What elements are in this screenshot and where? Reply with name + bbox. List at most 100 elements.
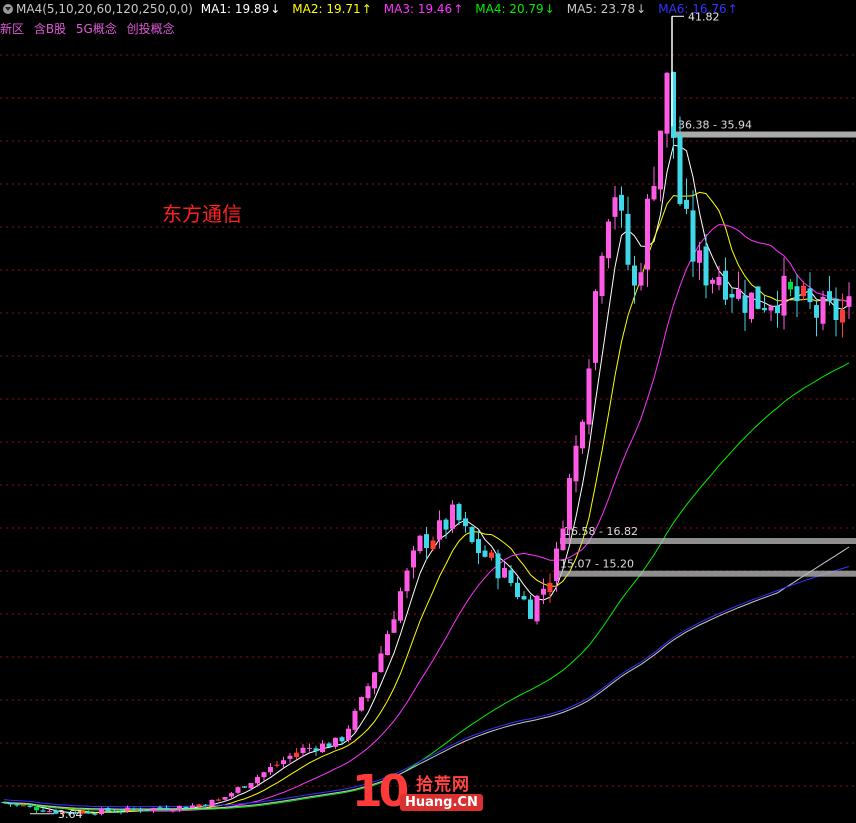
price-zone-label: 15.07 - 15.20 <box>560 558 634 571</box>
candle-body <box>281 760 286 765</box>
candle-body <box>404 570 410 592</box>
indicator-label: MA4(5,10,20,60,120,250,0,0) <box>16 2 193 16</box>
candle-body <box>417 535 423 552</box>
indicator-header: MA4(5,10,20,60,120,250,0,0) MA1: 19.89 M… <box>0 0 750 18</box>
candle-body <box>580 421 585 449</box>
tag-venture[interactable]: 创投概念 <box>127 22 175 36</box>
candle-body <box>450 504 455 529</box>
candlestick-chart: 36.38 - 35.9416.58 - 16.8215.07 - 15.20 … <box>0 10 856 821</box>
candle-body <box>482 550 488 557</box>
tag-5g[interactable]: 5G概念 <box>76 22 117 36</box>
candle-body <box>222 797 228 800</box>
candle-body <box>424 534 429 549</box>
gear-icon[interactable] <box>3 4 13 14</box>
candle-body <box>268 766 273 773</box>
candle-body <box>645 198 650 270</box>
candle-body <box>27 805 33 807</box>
price-zone-label: 16.58 - 16.82 <box>564 525 638 538</box>
candle-body <box>411 550 416 568</box>
candle-body <box>99 808 104 815</box>
price-grid <box>0 54 856 787</box>
candle-body <box>690 210 696 262</box>
candle-body <box>14 804 20 806</box>
candle-body <box>840 309 845 323</box>
candle-body <box>469 527 475 543</box>
candle-body <box>697 250 702 263</box>
tag-b-share[interactable]: 含B股 <box>34 22 66 36</box>
candle-body <box>755 286 761 309</box>
candle-body <box>703 246 709 286</box>
candle-body <box>378 653 384 673</box>
candle-body <box>625 213 631 265</box>
candle-body <box>274 764 280 766</box>
candle-body <box>742 295 748 313</box>
candle-body <box>300 747 306 753</box>
candle-body <box>248 782 254 789</box>
ma3-value: MA3: 19.46 <box>384 2 463 16</box>
candle-body <box>762 308 767 311</box>
candle-body <box>749 292 754 319</box>
candle-body <box>716 276 722 286</box>
watermark-number: 10 <box>352 766 409 817</box>
candle-body <box>320 743 325 753</box>
candle-body <box>736 289 741 299</box>
candle-body <box>807 288 813 303</box>
candle-body <box>586 368 592 425</box>
candle-body <box>476 539 481 554</box>
candle-body <box>118 811 124 813</box>
candle-body <box>1 802 7 804</box>
candle-body <box>443 519 449 530</box>
candle-body <box>534 595 540 622</box>
candle-body <box>47 811 52 813</box>
candle-body <box>768 306 774 311</box>
candle-body <box>255 777 260 784</box>
candle-body <box>599 255 605 297</box>
candle-body <box>677 135 683 204</box>
candle-body <box>456 504 462 521</box>
candle-body <box>567 478 572 530</box>
candle-body <box>242 786 247 788</box>
candle-body <box>216 799 221 801</box>
candle-body <box>593 291 598 363</box>
candle-body <box>164 807 169 810</box>
candle-body <box>287 755 293 759</box>
candle-body <box>196 804 202 807</box>
candle-body <box>638 272 644 286</box>
candle-body <box>437 520 442 540</box>
indicator-selector[interactable]: MA4(5,10,20,60,120,250,0,0) <box>0 2 193 16</box>
candle-body <box>729 293 735 298</box>
candle-body <box>827 291 832 302</box>
ma2-value: MA2: 19.71 <box>292 2 371 16</box>
candle-body <box>170 810 176 812</box>
candle-body <box>372 672 377 689</box>
watermark-site: Huang.CN <box>400 794 483 811</box>
candle-body <box>138 809 143 811</box>
candle-body <box>801 285 806 297</box>
candle-body <box>775 305 780 314</box>
candle-body <box>651 185 657 200</box>
price-zone-bar <box>560 538 856 545</box>
candle-body <box>684 199 689 209</box>
ma-line-1 <box>3 144 850 814</box>
candle-body <box>339 737 345 742</box>
concept-tags: 新区 含B股 5G概念 创投概念 <box>0 20 181 37</box>
candle-body <box>814 305 819 318</box>
price-zone-bar <box>674 131 856 138</box>
candle-body <box>307 747 312 749</box>
candle-body <box>177 805 182 810</box>
watermark-cn: 拾荒网 <box>416 775 470 795</box>
candle-body <box>495 553 501 579</box>
candle-body <box>846 296 852 307</box>
candle-body <box>365 686 371 699</box>
candle-body <box>391 619 397 633</box>
candle-body <box>515 582 520 598</box>
candle-body <box>8 802 13 805</box>
tag-new-district[interactable]: 新区 <box>0 22 24 36</box>
candle-body <box>112 811 117 813</box>
candle-body <box>157 807 163 809</box>
candle-body <box>658 130 663 190</box>
candle-body <box>606 221 611 259</box>
candle-body <box>261 772 267 778</box>
candle-body <box>502 568 507 578</box>
candle-body <box>781 275 787 316</box>
